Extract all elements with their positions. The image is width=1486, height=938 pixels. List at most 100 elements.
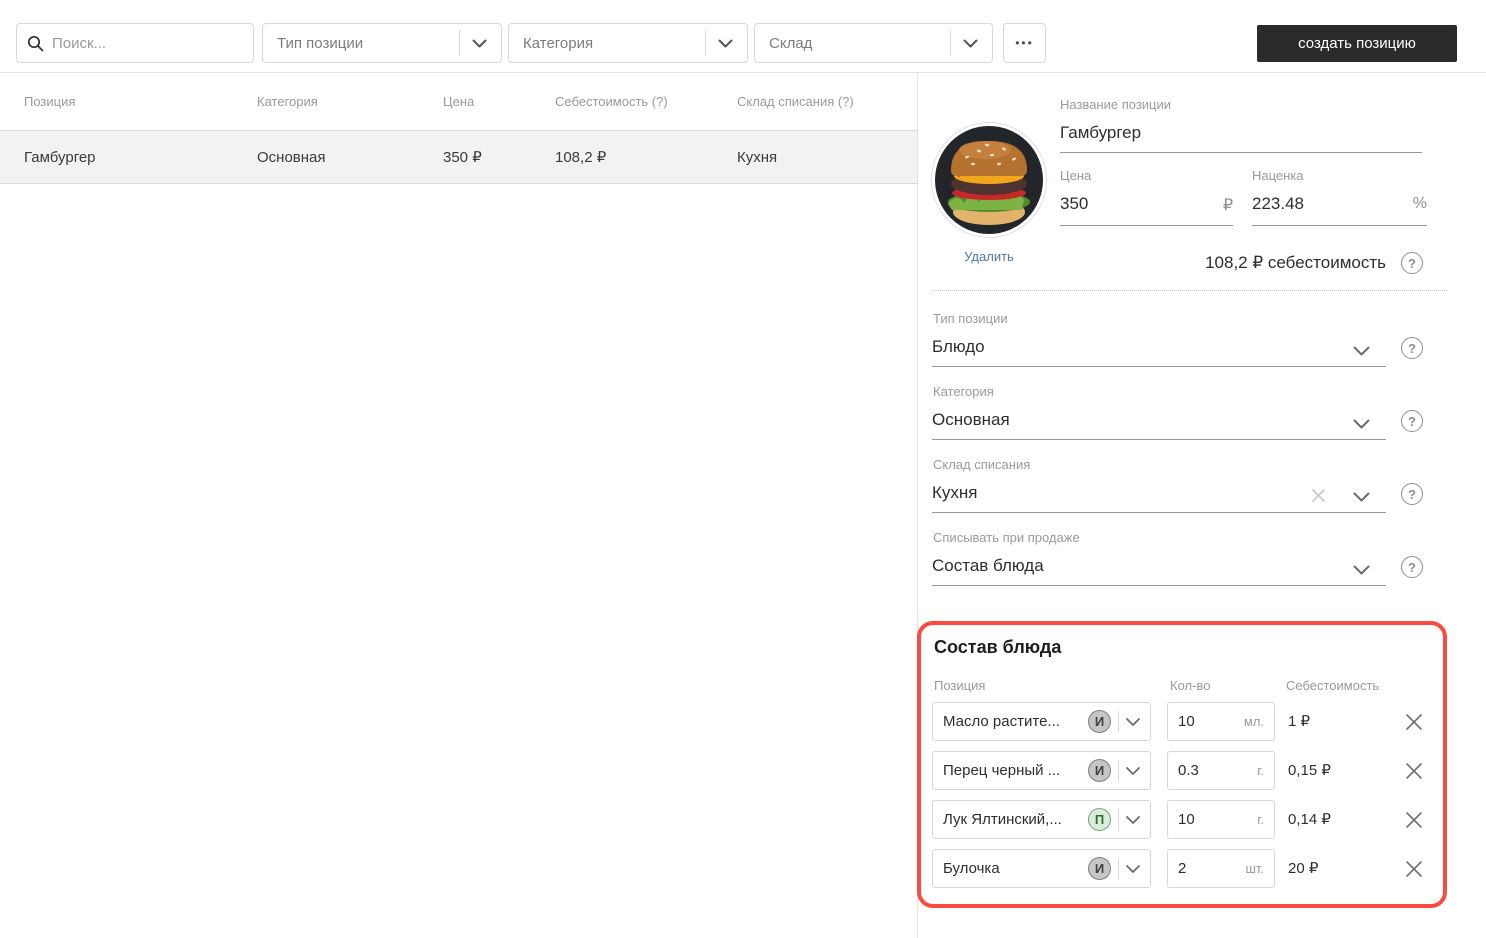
divider — [1118, 760, 1119, 782]
chevron-down-icon — [472, 39, 487, 48]
cell-position: Гамбургер — [24, 149, 257, 166]
help-icon[interactable]: ? — [1401, 483, 1423, 505]
column-header-price: Цена — [443, 94, 555, 109]
qty-field[interactable]: г. — [1167, 751, 1275, 790]
writeoff-mode-select[interactable]: Состав блюда — [932, 556, 1044, 576]
divider — [705, 30, 706, 56]
row-cost: 0,15 ₽ — [1288, 751, 1331, 790]
cell-stock: Кухня — [737, 149, 917, 166]
delete-photo-link[interactable]: Удалить — [929, 249, 1049, 264]
qty-field[interactable]: шт. — [1167, 849, 1275, 888]
help-icon[interactable]: ? — [1401, 410, 1423, 432]
search-icon — [27, 35, 44, 52]
remove-icon[interactable] — [1403, 800, 1425, 839]
divider — [1118, 858, 1119, 880]
unit-label: мл. — [1230, 714, 1264, 729]
chevron-down-icon — [1126, 767, 1140, 775]
qty-input[interactable] — [1178, 713, 1230, 730]
remove-icon[interactable] — [1403, 751, 1425, 790]
table-header: Позиция Категория Цена Себестоимость (?)… — [0, 72, 917, 130]
qty-field[interactable]: г. — [1167, 800, 1275, 839]
ingredient-select[interactable]: Булочка И — [932, 849, 1151, 888]
name-field[interactable]: Гамбургер — [1060, 123, 1141, 143]
section-divider — [932, 290, 1447, 291]
ingredient-name: Лук Ялтинский,... — [943, 811, 1081, 828]
remove-icon[interactable] — [1403, 702, 1425, 741]
divider — [1118, 711, 1119, 733]
ruble-suffix: ₽ — [1060, 195, 1233, 215]
filter-stock[interactable]: Склад — [754, 23, 993, 63]
unit-label: г. — [1230, 763, 1264, 778]
composition-title: Состав блюда — [934, 637, 1061, 658]
writeoff-stock-select[interactable]: Кухня — [932, 483, 978, 503]
help-icon[interactable]: ? — [1401, 556, 1423, 578]
column-header-stock: Склад списания (?) — [737, 94, 917, 109]
cost-summary: 108,2 ₽ себестоимость — [1060, 253, 1386, 273]
chevron-down-icon — [963, 39, 978, 48]
ingredient-select[interactable]: Перец черный ... И — [932, 751, 1151, 790]
qty-input[interactable] — [1178, 762, 1230, 779]
price-label: Цена — [1060, 168, 1091, 183]
underline — [1060, 225, 1233, 226]
underline — [932, 585, 1386, 586]
ellipsis-icon: ••• — [1015, 37, 1034, 49]
create-item-button[interactable]: создать позицию — [1257, 25, 1457, 62]
chevron-down-icon[interactable] — [1353, 416, 1370, 434]
row-cost: 0,14 ₽ — [1288, 800, 1331, 839]
composition-section: Состав блюда Позиция Кол-во Себестоимост… — [917, 621, 1447, 908]
underline — [932, 366, 1386, 367]
name-label: Название позиции — [1060, 97, 1171, 112]
search-box[interactable] — [16, 23, 254, 63]
filter-category[interactable]: Категория — [508, 23, 748, 63]
item-photo[interactable] — [931, 122, 1047, 238]
filter-label: Тип позиции — [277, 35, 459, 52]
type-badge: П — [1088, 808, 1111, 831]
cell-category: Основная — [257, 149, 443, 166]
column-header-category: Категория — [257, 94, 443, 109]
underline — [932, 512, 1386, 513]
category-label: Категория — [933, 384, 994, 399]
cell-cost: 108,2 ₽ — [555, 148, 737, 166]
chevron-down-icon[interactable] — [1353, 343, 1370, 361]
divider — [1118, 809, 1119, 831]
more-filters-button[interactable]: ••• — [1003, 23, 1046, 63]
underline — [1252, 225, 1427, 226]
cell-price: 350 ₽ — [443, 148, 555, 166]
qty-input[interactable] — [1178, 811, 1230, 828]
search-input[interactable] — [52, 35, 251, 52]
markup-label: Наценка — [1252, 168, 1304, 183]
help-icon[interactable]: ? — [1401, 252, 1423, 274]
chevron-down-icon — [1126, 816, 1140, 824]
ingredient-name: Перец черный ... — [943, 762, 1081, 779]
row-cost: 1 ₽ — [1288, 702, 1310, 741]
chevron-down-icon[interactable] — [1353, 562, 1370, 580]
filter-item-type[interactable]: Тип позиции — [262, 23, 502, 63]
comp-column-position: Позиция — [934, 678, 985, 693]
writeoff-stock-label: Склад списания — [933, 457, 1030, 472]
type-label: Тип позиции — [933, 311, 1008, 326]
clear-icon[interactable] — [1311, 488, 1326, 503]
divider — [459, 30, 460, 56]
qty-input[interactable] — [1178, 860, 1230, 877]
help-icon[interactable]: ? — [1401, 337, 1423, 359]
type-badge: И — [1088, 759, 1111, 782]
chevron-down-icon — [718, 39, 733, 48]
remove-icon[interactable] — [1403, 849, 1425, 888]
category-select[interactable]: Основная — [932, 410, 1010, 430]
underline — [1060, 152, 1422, 153]
column-header-cost: Себестоимость (?) — [555, 94, 737, 109]
table-row[interactable]: Гамбургер Основная 350 ₽ 108,2 ₽ Кухня — [0, 130, 917, 184]
underline — [932, 439, 1386, 440]
row-cost: 20 ₽ — [1288, 849, 1318, 888]
type-select[interactable]: Блюдо — [932, 337, 985, 357]
chevron-down-icon[interactable] — [1353, 489, 1370, 507]
type-badge: И — [1088, 857, 1111, 880]
comp-column-qty: Кол-во — [1170, 678, 1210, 693]
ingredient-select[interactable]: Лук Ялтинский,... П — [932, 800, 1151, 839]
qty-field[interactable]: мл. — [1167, 702, 1275, 741]
burger-image — [935, 126, 1043, 234]
writeoff-mode-label: Списывать при продаже — [933, 530, 1080, 545]
unit-label: г. — [1230, 812, 1264, 827]
ingredient-select[interactable]: Масло растите... И — [932, 702, 1151, 741]
chevron-down-icon — [1126, 718, 1140, 726]
